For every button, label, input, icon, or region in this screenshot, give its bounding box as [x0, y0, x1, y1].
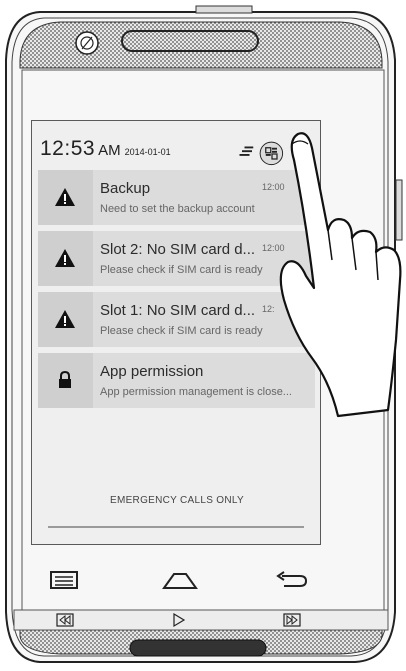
notification-title: Slot 1: No SIM card d...	[100, 302, 256, 319]
notification-icon-cell	[38, 353, 93, 408]
notification-icon-cell	[38, 292, 93, 347]
notification-icon-cell	[38, 170, 93, 225]
menu-icon[interactable]	[47, 568, 83, 592]
bottom-speaker	[129, 639, 267, 657]
warning-icon	[55, 188, 75, 206]
notification-title: Slot 2: No SIM card d...	[100, 241, 256, 258]
notification-subtitle: App permission management is close...	[100, 386, 292, 398]
clock-time: 12:53	[40, 137, 96, 160]
earpiece-speaker	[121, 30, 259, 52]
panel-drag-handle[interactable]	[48, 526, 304, 528]
play-icon[interactable]	[168, 612, 188, 628]
phone-device: 12:53 AM 2014-01-01 Backup Need to set the…	[0, 0, 406, 671]
notification-title: Backup	[100, 180, 151, 197]
lock-icon	[59, 370, 71, 388]
front-camera-icon	[75, 31, 99, 55]
notification-subtitle: Please check if SIM card is ready	[100, 264, 263, 276]
pointing-hand-icon	[279, 132, 402, 418]
clock-ampm: AM	[98, 142, 121, 159]
notification-subtitle: Need to set the backup account	[100, 203, 255, 215]
notification-title: App permission	[100, 363, 204, 380]
warning-icon	[55, 310, 75, 328]
clear-all-icon[interactable]	[239, 146, 254, 156]
status-bar: 12:53 AM 2014-01-01	[40, 137, 171, 161]
next-track-icon[interactable]	[282, 612, 302, 628]
notification-icon-cell	[38, 231, 93, 286]
emergency-calls-label: EMERGENCY CALLS ONLY	[109, 495, 244, 506]
back-icon[interactable]	[272, 568, 308, 592]
warning-icon	[55, 249, 75, 267]
home-icon[interactable]	[160, 568, 200, 592]
previous-track-icon[interactable]	[55, 612, 75, 628]
clock-date: 2014-01-01	[124, 147, 171, 157]
notification-subtitle: Please check if SIM card is ready	[100, 325, 263, 337]
